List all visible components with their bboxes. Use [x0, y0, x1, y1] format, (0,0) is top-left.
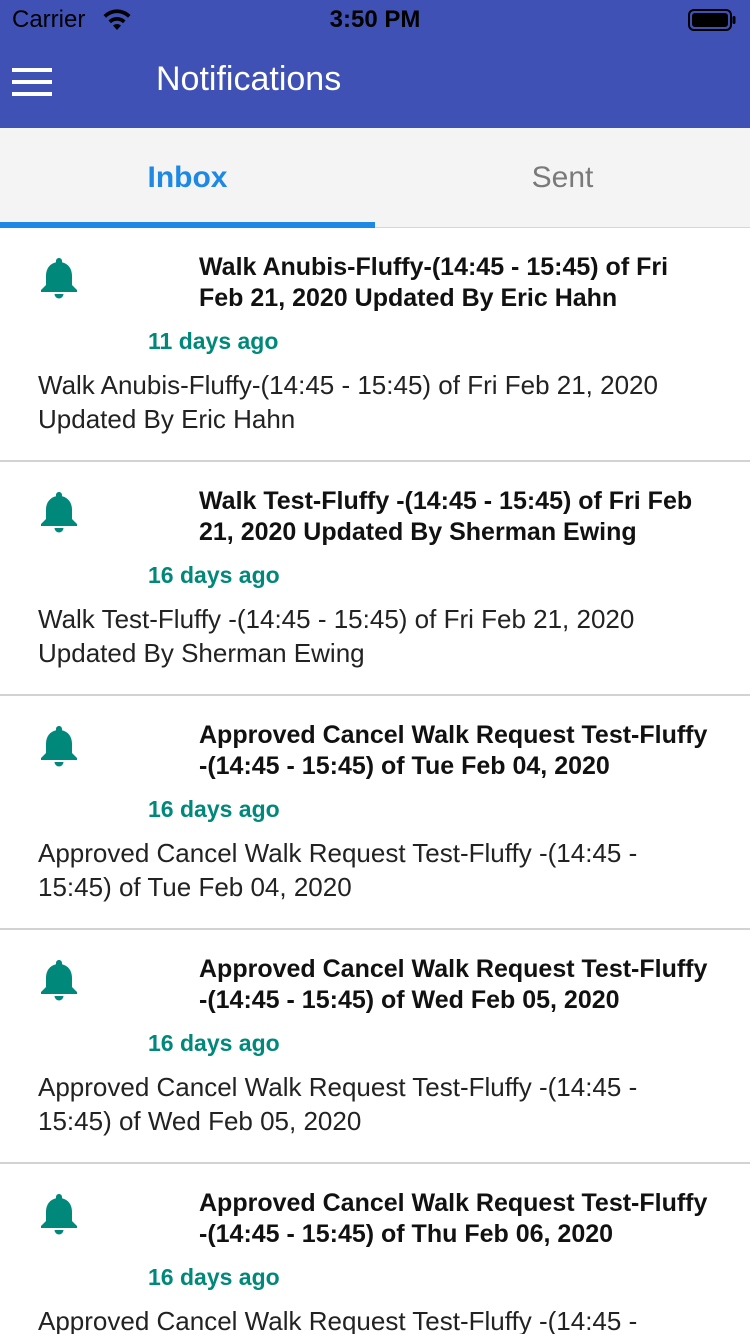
bell-icon: [41, 258, 77, 299]
app-header: Carrier 3:50 PM Notifications: [0, 0, 750, 128]
notification-time: 16 days ago: [148, 562, 280, 588]
notification-title: Approved Cancel Walk Request Test-Fluffy…: [199, 1189, 708, 1248]
notification-body: Approved Cancel Walk Request Test-Fluffy…: [38, 1306, 638, 1334]
menu-button[interactable]: [6, 56, 58, 108]
bell-icon: [41, 726, 77, 767]
app-bar: Notifications: [0, 40, 750, 128]
bell-icon: [41, 1194, 77, 1235]
bell-icon: [41, 960, 77, 1001]
notification-time: 16 days ago: [148, 1264, 280, 1290]
notification-title: Walk Anubis-Fluffy-(14:45 - 15:45) of Fr…: [199, 253, 669, 312]
notification-body: Approved Cancel Walk Request Test-Fluffy…: [38, 1072, 638, 1136]
page-title: Notifications: [156, 60, 342, 98]
notification-item[interactable]: Approved Cancel Walk Request Test-Fluffy…: [0, 696, 750, 930]
notification-item[interactable]: Approved Cancel Walk Request Test-Fluffy…: [0, 930, 750, 1164]
tab-inbox-label: Inbox: [147, 160, 228, 194]
status-time: 3:50 PM: [329, 6, 421, 33]
tab-sent[interactable]: Sent: [375, 128, 750, 227]
notification-title: Approved Cancel Walk Request Test-Fluffy…: [199, 955, 708, 1014]
notification-title: Approved Cancel Walk Request Test-Fluffy…: [199, 721, 708, 780]
tab-sent-label: Sent: [531, 160, 594, 194]
battery-icon: [688, 9, 736, 31]
status-bar: Carrier 3:50 PM: [0, 0, 750, 40]
notification-body: Walk Anubis-Fluffy-(14:45 - 15:45) of Fr…: [38, 370, 658, 434]
notification-title: Walk Test-Fluffy -(14:45 - 15:45) of Fri…: [199, 487, 693, 546]
tab-bar: Inbox Sent: [0, 128, 750, 228]
notification-time: 11 days ago: [148, 328, 279, 354]
notification-body: Approved Cancel Walk Request Test-Fluffy…: [38, 838, 638, 902]
notification-item[interactable]: Walk Test-Fluffy -(14:45 - 15:45) of Fri…: [0, 462, 750, 696]
notification-body: Walk Test-Fluffy -(14:45 - 15:45) of Fri…: [38, 604, 635, 668]
notification-item[interactable]: Approved Cancel Walk Request Test-Fluffy…: [0, 1164, 750, 1334]
notifications-screen: Carrier 3:50 PM Notifications Inbox Sent…: [0, 0, 750, 1334]
tab-inbox[interactable]: Inbox: [0, 128, 375, 227]
notification-time: 16 days ago: [148, 796, 280, 822]
hamburger-menu-icon: [12, 68, 52, 96]
notification-time: 16 days ago: [148, 1030, 280, 1056]
notification-list: Walk Anubis-Fluffy-(14:45 - 15:45) of Fr…: [0, 228, 750, 1334]
notification-item[interactable]: Walk Anubis-Fluffy-(14:45 - 15:45) of Fr…: [0, 228, 750, 462]
bell-icon: [41, 492, 77, 533]
